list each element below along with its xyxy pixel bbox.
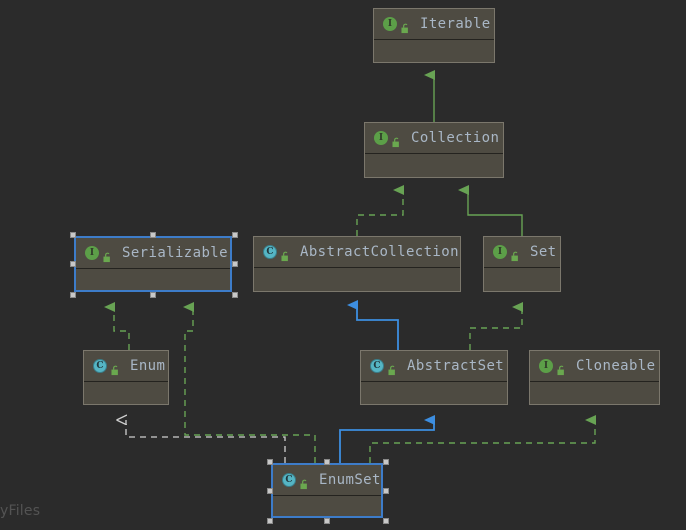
edge-enumset-abstractset[interactable] — [339, 415, 435, 463]
node-members-enumset — [273, 496, 381, 516]
node-label-serializable: Serializable — [122, 245, 228, 261]
node-label-set: Set — [530, 244, 557, 260]
uml-node-enum[interactable]: C Enum — [83, 350, 169, 405]
resize-handle-enumset-6[interactable] — [324, 518, 330, 524]
node-header-abstractset: C AbstractSet — [361, 351, 507, 382]
yfiles-watermark: yFiles — [0, 503, 41, 519]
public-padlock-icon — [556, 361, 567, 375]
class-icon: C — [370, 359, 384, 373]
resize-handle-enumset-3[interactable] — [267, 487, 273, 494]
resize-handle-enumset-4[interactable] — [383, 487, 389, 494]
node-members-cloneable — [530, 382, 659, 404]
uml-class-diagram-canvas[interactable]: I Iterable I Collection I Serializable C Abstra… — [0, 0, 686, 530]
resize-handle-serializable-2[interactable] — [232, 232, 238, 238]
resize-handle-serializable-1[interactable] — [150, 232, 156, 238]
node-header-iterable: I Iterable — [374, 9, 494, 40]
node-label-collection: Collection — [411, 130, 500, 146]
node-members-serializable — [76, 269, 230, 290]
uml-node-abstractset[interactable]: C AbstractSet — [360, 350, 508, 405]
resize-handle-enumset-5[interactable] — [267, 518, 273, 524]
node-label-enum: Enum — [130, 358, 166, 374]
interface-icon: I — [374, 131, 388, 145]
interface-icon: I — [539, 359, 553, 373]
uml-node-serializable[interactable]: I Serializable — [74, 236, 232, 292]
node-header-set: I Set — [484, 237, 560, 268]
resize-handle-enumset-7[interactable] — [383, 518, 389, 524]
resize-handle-serializable-7[interactable] — [232, 292, 238, 298]
node-members-collection — [365, 154, 503, 177]
class-icon: C — [93, 359, 107, 373]
resize-handle-serializable-0[interactable] — [70, 232, 76, 238]
interface-icon: I — [383, 17, 397, 31]
public-padlock-icon — [280, 247, 291, 261]
node-label-cloneable: Cloneable — [576, 358, 656, 374]
node-label-iterable: Iterable — [420, 16, 491, 32]
node-members-set — [484, 268, 560, 291]
class-icon: C — [282, 473, 296, 487]
interface-icon: I — [85, 246, 99, 260]
node-header-serializable: I Serializable — [76, 238, 230, 269]
node-header-enumset: C EnumSet — [273, 465, 381, 496]
resize-handle-serializable-3[interactable] — [70, 261, 76, 267]
public-padlock-icon — [110, 361, 121, 375]
node-header-abstractcollection: C AbstractCollection — [254, 237, 460, 268]
uml-node-abstractcollection[interactable]: C AbstractCollection — [253, 236, 461, 292]
node-header-enum: C Enum — [84, 351, 168, 382]
edge-abstractset-set[interactable] — [469, 302, 523, 350]
edge-abstractset-abstractcollection[interactable] — [347, 300, 399, 350]
node-header-cloneable: I Cloneable — [530, 351, 659, 382]
uml-node-enumset[interactable]: C EnumSet — [271, 463, 383, 518]
public-padlock-icon — [391, 133, 402, 147]
edge-set-collection[interactable] — [458, 185, 523, 236]
resize-handle-enumset-0[interactable] — [267, 459, 273, 465]
node-label-abstractset: AbstractSet — [407, 358, 505, 374]
node-members-iterable — [374, 40, 494, 62]
edge-enumset-serializable[interactable] — [183, 302, 316, 463]
edge-enumset-cloneable[interactable] — [369, 415, 596, 463]
node-label-enumset: EnumSet — [319, 472, 381, 488]
resize-handle-serializable-4[interactable] — [232, 261, 238, 267]
public-padlock-icon — [299, 475, 310, 489]
edge-enum-serializable[interactable] — [104, 302, 130, 350]
class-icon: C — [263, 245, 277, 259]
edge-abstractcollection-collection[interactable] — [356, 185, 404, 236]
uml-node-iterable[interactable]: I Iterable — [373, 8, 495, 63]
public-padlock-icon — [387, 361, 398, 375]
resize-handle-serializable-6[interactable] — [150, 292, 156, 298]
resize-handle-enumset-2[interactable] — [383, 459, 389, 465]
node-members-enum — [84, 382, 168, 404]
node-header-collection: I Collection — [365, 123, 503, 154]
uml-node-cloneable[interactable]: I Cloneable — [529, 350, 660, 405]
uml-node-collection[interactable]: I Collection — [364, 122, 504, 178]
node-members-abstractcollection — [254, 268, 460, 291]
uml-node-set[interactable]: I Set — [483, 236, 561, 292]
node-label-abstractcollection: AbstractCollection — [300, 244, 459, 260]
public-padlock-icon — [510, 247, 521, 261]
resize-handle-enumset-1[interactable] — [324, 459, 330, 465]
public-padlock-icon — [400, 19, 411, 33]
resize-handle-serializable-5[interactable] — [70, 292, 76, 298]
interface-icon: I — [493, 245, 507, 259]
node-members-abstractset — [361, 382, 507, 404]
edge-enumset-enum[interactable] — [126, 420, 286, 463]
public-padlock-icon — [102, 248, 113, 262]
